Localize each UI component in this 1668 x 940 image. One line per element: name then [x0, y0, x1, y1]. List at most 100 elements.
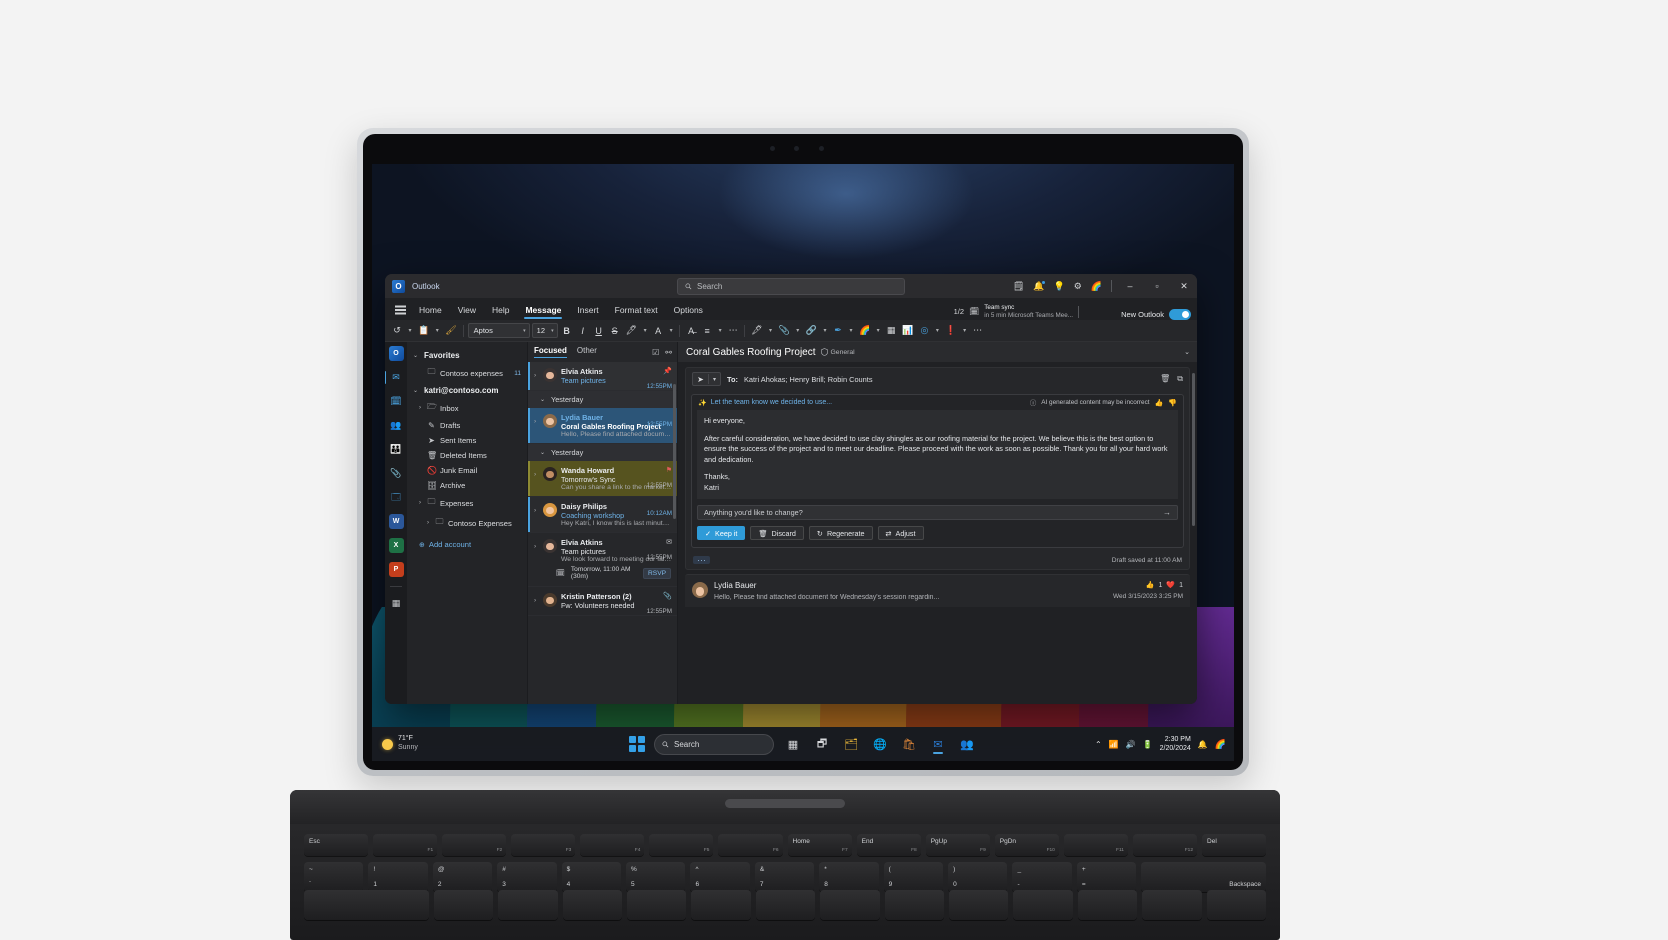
- recipients-field[interactable]: Katri Ahokas; Henry Brill; Robin Counts: [744, 375, 873, 384]
- key-6[interactable]: ^ 6: [690, 862, 750, 892]
- copilot-refine-input[interactable]: Anything you'd like to change? →: [697, 505, 1178, 521]
- key-4[interactable]: $4: [561, 862, 622, 892]
- copilot-icon[interactable]: 🌈: [857, 323, 872, 339]
- paragraph-chevron-down-icon[interactable]: ▾: [716, 323, 724, 339]
- key-delete[interactable]: Del: [1202, 834, 1267, 856]
- battery-icon[interactable]: 🔋: [1143, 740, 1153, 749]
- highlight-color-icon[interactable]: 🖊: [624, 323, 639, 339]
- key-f5[interactable]: F5: [649, 834, 714, 856]
- delete-icon[interactable]: 🗑: [1160, 374, 1170, 384]
- copilot-prompt[interactable]: ✨ Let the team know we decided to use...: [698, 399, 832, 407]
- key-e[interactable]: [562, 890, 622, 920]
- rail-calendar-icon[interactable]: 🗓: [389, 394, 404, 409]
- thumbs-down-icon[interactable]: 👎: [1168, 399, 1177, 407]
- tab-options[interactable]: Options: [666, 300, 711, 320]
- note-check-icon[interactable]: 🗒: [1013, 281, 1024, 292]
- flag-icon[interactable]: ⚑: [647, 466, 672, 474]
- close-button[interactable]: ✕: [1175, 277, 1193, 295]
- chevron-right-icon[interactable]: ›: [425, 520, 431, 526]
- message-list-scrollbar[interactable]: [673, 364, 676, 702]
- rail-word-icon[interactable]: W: [388, 514, 404, 529]
- key-7[interactable]: & 7: [754, 862, 815, 892]
- table-icon[interactable]: ▦: [884, 323, 898, 339]
- loop-chevron-down-icon[interactable]: ▾: [933, 323, 941, 339]
- clear-formatting-icon[interactable]: A̶: [684, 323, 698, 339]
- loop-icon[interactable]: ◎: [917, 323, 931, 339]
- format-painter-icon[interactable]: 🖌: [443, 323, 458, 339]
- show-more-icon[interactable]: [693, 556, 710, 565]
- expand-thread-icon[interactable]: ›: [534, 367, 539, 385]
- expand-thread-icon[interactable]: ›: [534, 538, 539, 563]
- task-view-icon[interactable]: 🗗: [812, 734, 832, 754]
- notification-bell-icon[interactable]: 🔔: [1198, 740, 1208, 749]
- font-color-chevron-down-icon[interactable]: ▾: [667, 323, 675, 339]
- key-w[interactable]: [498, 890, 558, 920]
- list-item[interactable]: › Elvia Atkins Team pictures 📌 12:55PM: [528, 362, 677, 391]
- favorite-contoso-expenses[interactable]: 🗀 Contoso expenses 11: [407, 363, 527, 383]
- key-1[interactable]: ! 1: [368, 862, 428, 892]
- key-f8-end[interactable]: End F8: [856, 834, 921, 856]
- tab-help[interactable]: Help: [484, 300, 517, 320]
- undo-chevron-down-icon[interactable]: ▾: [406, 323, 414, 339]
- search-input[interactable]: Search: [677, 277, 905, 295]
- expand-thread-icon[interactable]: ›: [534, 413, 539, 438]
- key-0[interactable]: ) 0: [948, 862, 1008, 892]
- dictate-chevron-down-icon[interactable]: ▾: [767, 323, 775, 339]
- thumbs-up-icon[interactable]: 👍: [1155, 399, 1164, 407]
- key-f12[interactable]: F12: [1132, 834, 1198, 856]
- key-o[interactable]: [949, 890, 1009, 920]
- key-f3[interactable]: F3: [511, 834, 576, 856]
- key-f7-home[interactable]: Home F7: [787, 834, 852, 856]
- add-account-button[interactable]: ⊕ Add account: [407, 533, 527, 552]
- highlight-chevron-down-icon[interactable]: ▾: [641, 323, 649, 339]
- rail-outlook-logo-icon[interactable]: O: [388, 346, 404, 361]
- pin-icon[interactable]: 📌: [647, 367, 672, 375]
- discard-button[interactable]: 🗑 Discard: [750, 526, 804, 541]
- font-size-select[interactable]: 12 ▾: [531, 323, 558, 338]
- importance-chevron-down-icon[interactable]: ▾: [961, 323, 969, 339]
- key-backspace[interactable]: Backspace: [1141, 862, 1267, 892]
- key-f2[interactable]: F2: [442, 834, 507, 856]
- tab-other[interactable]: Other: [577, 346, 597, 358]
- clock[interactable]: 2:30 PM 2/20/2024: [1160, 735, 1191, 753]
- maximize-button[interactable]: ▫: [1148, 277, 1166, 295]
- key-backslash[interactable]: [1206, 890, 1267, 920]
- rail-excel-icon[interactable]: X: [388, 538, 404, 553]
- date-group-header[interactable]: ⌄ Yesterday: [528, 391, 677, 408]
- message-list-scroll[interactable]: › Elvia Atkins Team pictures 📌 12:55PM ⌄…: [528, 362, 677, 704]
- link-chevron-down-icon[interactable]: ▾: [821, 323, 829, 339]
- key-q[interactable]: [433, 890, 494, 920]
- dictate-icon[interactable]: 🖋: [749, 323, 764, 339]
- tab-focused[interactable]: Focused: [534, 346, 567, 358]
- key-bracket-right[interactable]: [1142, 890, 1202, 920]
- weather-widget[interactable]: 71°F Sunny: [382, 735, 418, 753]
- send-button[interactable]: ➤ ▾: [692, 372, 721, 386]
- expand-thread-icon[interactable]: ›: [534, 592, 539, 610]
- sidebar-item-junk-email[interactable]: 🚫 Junk Email: [407, 463, 527, 478]
- attach-file-icon[interactable]: 📎: [777, 323, 792, 339]
- font-name-select[interactable]: Aptos ▾: [467, 323, 530, 338]
- notifications-icon[interactable]: 🔔: [1033, 280, 1046, 292]
- list-item[interactable]: › Kristin Patterson (2) Fw: Volunteers n…: [528, 586, 677, 616]
- draft-body[interactable]: Hi everyone, After careful consideration…: [697, 410, 1178, 500]
- poll-icon[interactable]: 📊: [900, 323, 915, 339]
- paragraph-icon[interactable]: ≡: [700, 323, 714, 339]
- key-f4[interactable]: F4: [580, 834, 645, 856]
- ribbon-menu-icon[interactable]: [389, 300, 411, 320]
- more-icon[interactable]: ⋯: [726, 323, 740, 339]
- sidebar-item-archive[interactable]: 🗄 Archive: [407, 478, 527, 493]
- font-color-icon[interactable]: A: [651, 323, 665, 339]
- chevron-down-icon[interactable]: ⌄: [1184, 348, 1190, 356]
- outlook-icon[interactable]: ✉: [928, 734, 948, 754]
- rail-teams-groups-icon[interactable]: 👪: [389, 442, 404, 457]
- start-windows-icon[interactable]: [629, 736, 645, 752]
- key-f1[interactable]: F1: [373, 834, 438, 856]
- undo-icon[interactable]: ↺: [390, 323, 404, 339]
- chevron-right-icon[interactable]: ›: [417, 500, 423, 506]
- teams-icon[interactable]: 👥: [957, 734, 977, 754]
- paste-icon[interactable]: 📋: [416, 323, 431, 339]
- chevron-down-icon[interactable]: ▾: [709, 376, 720, 383]
- key-equals[interactable]: + =: [1076, 862, 1137, 892]
- chevron-up-icon[interactable]: ⌃: [1095, 740, 1102, 749]
- rail-to-do-icon[interactable]: 🗔: [389, 490, 404, 505]
